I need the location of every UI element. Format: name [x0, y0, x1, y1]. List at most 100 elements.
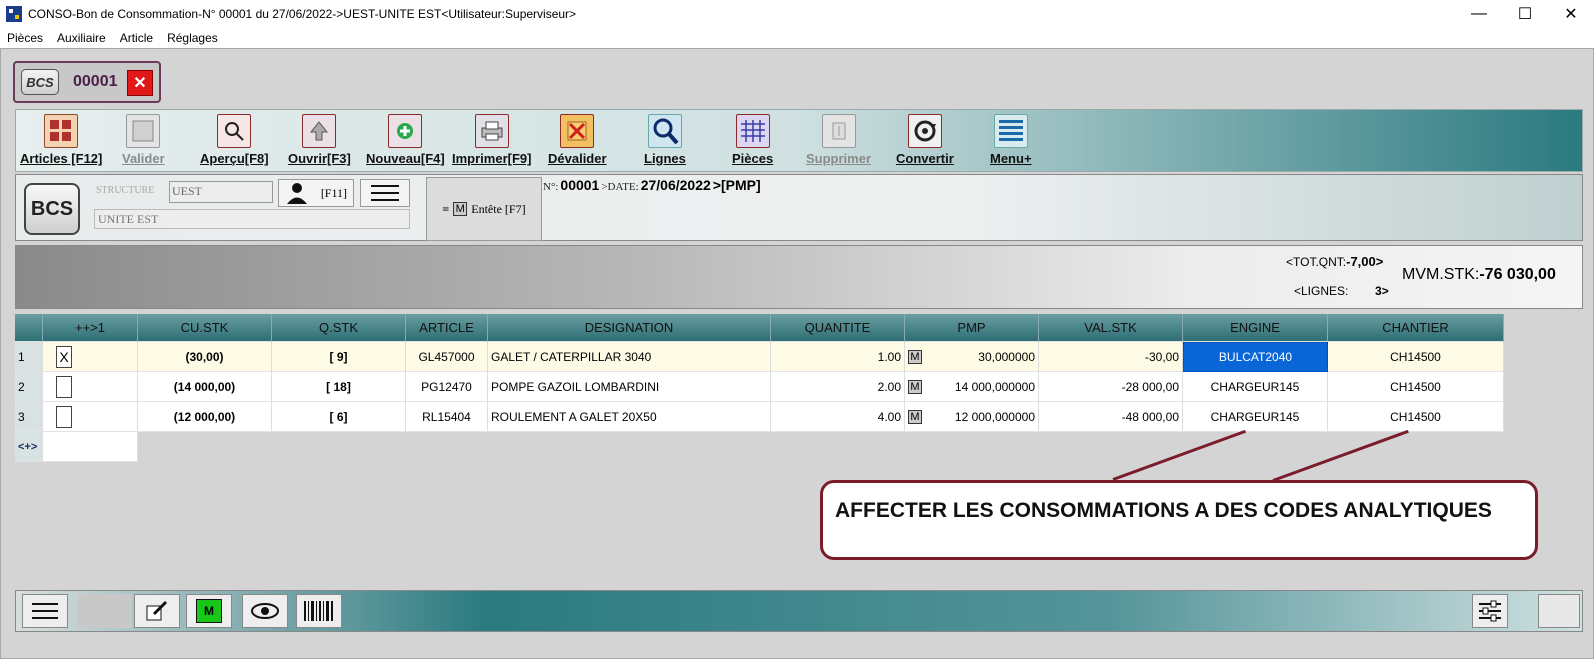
menu-pieces[interactable]: Pièces — [0, 31, 50, 45]
cell-article[interactable]: PG12470 — [406, 372, 488, 402]
settings-button[interactable] — [1472, 594, 1508, 628]
cell-quantite[interactable]: 4.00 — [771, 402, 905, 432]
m-icon[interactable]: M — [908, 409, 922, 424]
col-pmp[interactable]: PMP — [905, 314, 1039, 342]
close-window-button[interactable]: ✕ — [1548, 0, 1594, 28]
supprimer-label: Supprimer — [806, 151, 872, 166]
convertir-label: Convertir — [896, 151, 954, 166]
cell-article[interactable]: RL15404 — [406, 402, 488, 432]
eye-icon — [251, 603, 279, 619]
lines-search-icon — [647, 114, 682, 148]
document-tab[interactable]: BCS 00001 ✕ — [13, 61, 161, 103]
annotation-callout: AFFECTER LES CONSOMMATIONS A DES CODES A… — [820, 480, 1538, 560]
menu-bar: Pièces Auxiliaire Article Réglages — [0, 28, 1594, 48]
supprimer-button[interactable]: Supprimer — [806, 114, 871, 170]
m-icon[interactable]: M — [908, 349, 922, 364]
row-number: 1 — [15, 342, 43, 372]
new-plus-icon — [388, 114, 423, 148]
pieces-label: Pièces — [732, 151, 774, 166]
user-button[interactable]: [F11] — [278, 179, 354, 207]
bottom-spacer — [78, 594, 132, 628]
col-q-stk[interactable]: Q.STK — [272, 314, 406, 342]
cell-article[interactable]: GL457000 — [406, 342, 488, 372]
bottom-toolbar: M — [15, 590, 1583, 632]
lignes-label: Lignes — [644, 151, 686, 166]
lines-grid: ++>1 CU.STK Q.STK ARTICLE DESIGNATION QU… — [15, 314, 1504, 462]
window-controls: — ☐ ✕ — [1456, 0, 1594, 28]
unvalidate-cross-icon — [560, 114, 595, 148]
new-row: <+> — [15, 432, 1504, 462]
m-icon: M — [453, 202, 468, 216]
cell-chantier[interactable]: CH14500 — [1328, 342, 1504, 372]
devalider-label: Dévalider — [548, 151, 607, 166]
structure-label: STRUCTURE — [96, 185, 155, 196]
cell-designation[interactable]: ROULEMENT A GALET 20X50 — [488, 402, 771, 432]
cell-quantite[interactable]: 2.00 — [771, 372, 905, 402]
table-row[interactable]: 2 (14 000,00) [ 18] PG12470 POMPE GAZOIL… — [15, 372, 1504, 402]
table-row[interactable]: 3 (12 000,00) [ 6] RL15404 ROULEMENT A G… — [15, 402, 1504, 432]
col-designation[interactable]: DESIGNATION — [488, 314, 771, 342]
col-quantite[interactable]: QUANTITE — [771, 314, 905, 342]
imprimer-button[interactable]: Imprimer[F9] — [452, 114, 531, 170]
row-checkbox[interactable] — [56, 375, 72, 398]
minimize-button[interactable]: — — [1456, 0, 1502, 28]
view-button[interactable] — [242, 594, 288, 628]
barcode-button[interactable] — [296, 594, 342, 628]
row-checkbox[interactable] — [56, 405, 72, 428]
header-menu-button[interactable] — [360, 179, 410, 207]
cell-cu-stk: (12 000,00) — [138, 402, 272, 432]
cell-chantier[interactable]: CH14500 — [1328, 372, 1504, 402]
menu-lines-icon — [993, 114, 1028, 148]
valider-button[interactable]: Valider — [122, 114, 165, 170]
cell-engine[interactable]: CHARGEUR145 — [1183, 402, 1328, 432]
apercu-button[interactable]: Aperçu[F8] — [200, 114, 269, 170]
cell-engine[interactable]: BULCAT2040 — [1183, 342, 1328, 372]
col-cu-stk[interactable]: CU.STK — [138, 314, 272, 342]
col-engine[interactable]: ENGINE — [1183, 314, 1328, 342]
menu-plus-button[interactable]: Menu+ — [990, 114, 1032, 170]
articles-button[interactable]: Articles [F12] — [20, 114, 102, 170]
col-val-stk[interactable]: VAL.STK — [1039, 314, 1183, 342]
pieces-grid-icon — [735, 114, 770, 148]
m-icon[interactable]: M — [908, 379, 922, 394]
row-checkbox-cell — [43, 372, 138, 402]
cell-pmp[interactable]: M 14 000,000000 — [905, 372, 1039, 402]
method-value: >[PMP] — [712, 177, 761, 193]
menu-reglages[interactable]: Réglages — [160, 31, 225, 45]
user-icon — [286, 183, 307, 204]
cell-val-stk: -28 000,00 — [1039, 372, 1183, 402]
imprimer-label: Imprimer[F9] — [452, 151, 532, 166]
maximize-button[interactable]: ☐ — [1502, 0, 1548, 28]
close-document-button[interactable]: ✕ — [127, 70, 153, 96]
lignes-button[interactable]: Lignes — [644, 114, 686, 170]
cell-pmp[interactable]: M 12 000,000000 — [905, 402, 1039, 432]
cell-chantier[interactable]: CH14500 — [1328, 402, 1504, 432]
menu-article[interactable]: Article — [113, 31, 160, 45]
cell-designation[interactable]: POMPE GAZOIL LOMBARDINI — [488, 372, 771, 402]
m-button[interactable]: M — [186, 594, 232, 628]
cell-engine[interactable]: CHARGEUR145 — [1183, 372, 1328, 402]
row-checkbox[interactable]: X — [56, 345, 72, 368]
empty-cell[interactable] — [43, 432, 138, 462]
cell-quantite[interactable]: 1.00 — [771, 342, 905, 372]
col-article[interactable]: ARTICLE — [406, 314, 488, 342]
cell-designation[interactable]: GALET / CATERPILLAR 3040 — [488, 342, 771, 372]
add-row-button[interactable]: <+> — [15, 432, 43, 462]
nouveau-button[interactable]: Nouveau[F4] — [366, 114, 445, 170]
bottom-menu-button[interactable] — [22, 594, 68, 628]
bcs-doc-icon: BCS — [21, 69, 59, 95]
devalider-button[interactable]: Dévalider — [548, 114, 607, 170]
entete-button[interactable]: = M Entête [F7] — [426, 177, 542, 241]
ouvrir-button[interactable]: Ouvrir[F3] — [288, 114, 351, 170]
col-select[interactable]: ++>1 — [43, 314, 138, 342]
cell-q-stk: [ 6] — [272, 402, 406, 432]
col-chantier[interactable]: CHANTIER — [1328, 314, 1504, 342]
convertir-button[interactable]: Convertir — [896, 114, 954, 170]
pieces-button[interactable]: Pièces — [732, 114, 773, 170]
menu-auxiliaire[interactable]: Auxiliaire — [50, 31, 113, 45]
num-label: N°: — [543, 181, 559, 193]
table-row[interactable]: 1 X (30,00) [ 9] GL457000 GALET / CATERP… — [15, 342, 1504, 372]
edit-button[interactable] — [134, 594, 180, 628]
cell-pmp[interactable]: M 30,000000 — [905, 342, 1039, 372]
structure-code-field[interactable]: UEST — [169, 181, 273, 203]
